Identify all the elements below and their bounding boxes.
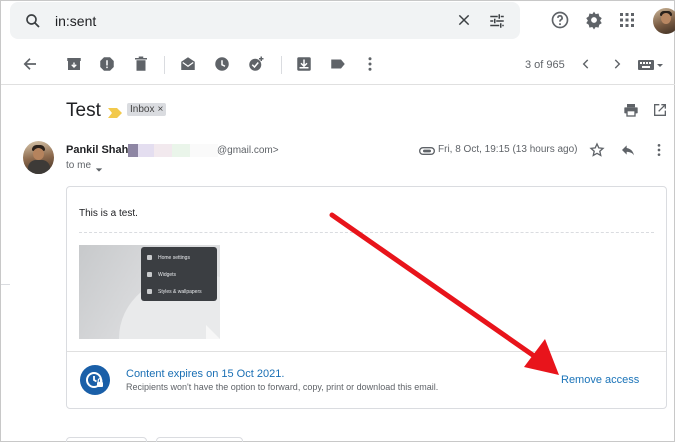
more-vertical-icon[interactable] [362,55,382,75]
recipient-details-chevron-icon[interactable] [95,161,103,179]
settings-gear-icon[interactable] [584,10,604,35]
thumbnail-menu-item: Home settings [147,255,190,261]
message-body: This is a test. [79,208,138,219]
inbox-label-chip[interactable]: Inbox × [127,103,167,116]
more-options-icon[interactable] [652,142,666,163]
print-icon[interactable] [623,102,639,123]
attachment-icon [419,144,435,162]
toolbar-divider [281,56,282,74]
keyboard-input-icon[interactable] [637,58,665,78]
previous-chevron-icon[interactable] [579,57,599,77]
message-toolbar: 3 of 965 [1,45,675,85]
star-icon[interactable] [589,142,605,163]
top-bar: in:sent [1,1,675,43]
toolbar-divider [164,56,165,74]
search-icon[interactable] [24,12,42,35]
move-to-icon[interactable] [295,55,315,75]
expiry-notice-title: Content expires on 15 Oct 2021. [126,368,285,380]
open-in-new-window-icon[interactable] [652,102,668,123]
label-icon[interactable] [329,55,349,75]
mark-unread-icon[interactable] [179,55,199,75]
remove-label-icon[interactable]: × [157,104,163,115]
sender-name[interactable]: Pankil Shah [66,144,128,156]
next-chevron-icon[interactable] [610,57,630,77]
thumbnail-menu-item: Styles & wallpapers [147,289,202,295]
apps-grid-icon[interactable] [619,12,635,33]
remove-access-link[interactable]: Remove access [561,374,639,386]
search-options-icon[interactable] [488,12,506,35]
expiry-notice-subtitle: Recipients won't have the option to forw… [126,382,439,392]
snooze-clock-icon[interactable] [213,55,233,75]
search-input[interactable]: in:sent [55,13,96,29]
thumbnail-context-menu: Home settings Widgets Styles & wallpaper… [141,247,217,301]
dashed-separator [79,232,654,233]
forward-button[interactable] [156,437,243,442]
help-icon[interactable] [550,10,570,35]
email-subject: Test [66,100,101,121]
reply-icon[interactable] [620,142,636,163]
reply-button[interactable] [66,437,147,442]
back-arrow-icon[interactable] [21,55,41,75]
clear-search-icon[interactable] [456,12,472,33]
expiry-clock-lock-icon [80,365,110,395]
recipient-text[interactable]: to me [66,160,91,171]
email-date: Fri, 8 Oct, 19:15 (13 hours ago) [438,144,578,155]
report-spam-icon[interactable] [98,55,118,75]
add-to-tasks-icon[interactable] [247,55,267,75]
account-avatar[interactable] [653,8,675,34]
thumbnail-menu-item: Widgets [147,272,176,278]
sender-email-domain: @gmail.com> [217,145,279,156]
sender-avatar[interactable] [23,141,54,174]
card-divider [67,351,666,352]
sidebar-edge-rule [1,284,10,285]
search-box[interactable]: in:sent [10,2,520,39]
importance-marker-icon[interactable] [108,105,122,123]
label-text: Inbox [130,104,155,115]
message-count: 3 of 965 [525,59,565,71]
redacted-email-address [128,144,218,157]
delete-icon[interactable] [132,55,152,75]
archive-icon[interactable] [65,55,85,75]
attached-screenshot-thumbnail[interactable]: Home settings Widgets Styles & wallpaper… [79,245,220,339]
